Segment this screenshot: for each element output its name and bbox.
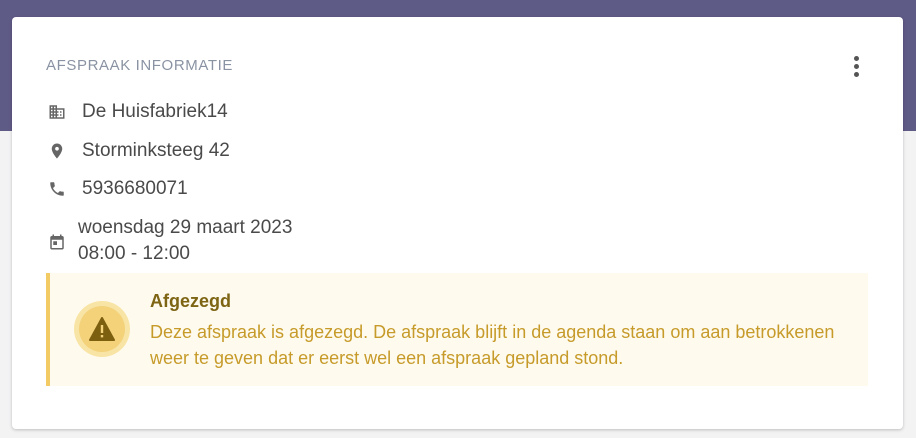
alert-message: Deze afspraak is afgezegd. De afspraak b…	[150, 322, 835, 368]
appointment-time: 08:00 - 12:00	[78, 243, 190, 264]
phone-icon	[46, 178, 68, 200]
more-vertical-icon	[853, 55, 859, 61]
address-text: Storminksteeg 42	[82, 140, 230, 161]
office-building-icon	[46, 101, 68, 123]
card-title: AFSPRAAK INFORMATIE	[46, 57, 233, 74]
phone-number[interactable]: 5936680071	[82, 178, 188, 200]
company-row: De Huisfabriek14	[46, 101, 228, 123]
date-row: woensdag 29 maart 2023 08:00 - 12:00	[46, 215, 292, 267]
warning-badge	[74, 301, 130, 357]
alert-title: Afgezegd	[150, 291, 231, 311]
more-options-button[interactable]	[846, 54, 866, 78]
cancelled-alert: Afgezegd Deze afspraak is afgezegd. De a…	[46, 273, 868, 386]
appointment-info-card: AFSPRAAK INFORMATIE De Huisfabriek14 Sto…	[12, 17, 903, 429]
calendar-icon	[46, 231, 68, 253]
warning-icon	[89, 317, 115, 341]
company-name: De Huisfabriek14	[82, 101, 228, 122]
appointment-date: woensdag 29 maart 2023	[78, 217, 293, 238]
address-row: Storminksteeg 42	[46, 140, 230, 162]
phone-row: 5936680071	[46, 178, 188, 200]
map-marker-icon	[46, 140, 68, 162]
